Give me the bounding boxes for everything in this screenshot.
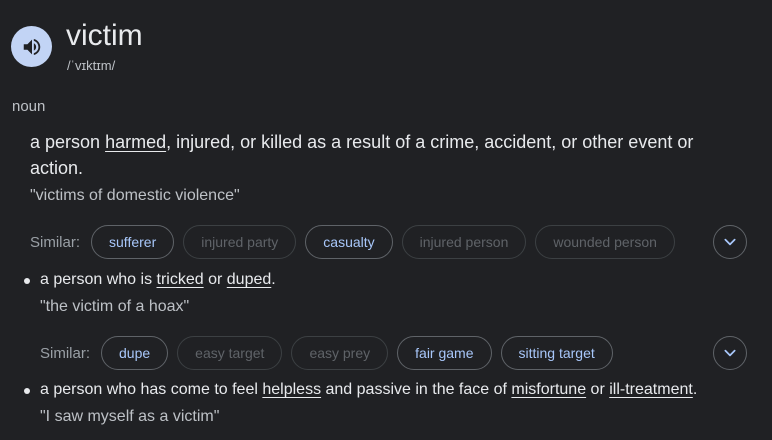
pronunciation-button[interactable]	[11, 26, 52, 67]
chip-easy-prey: easy prey	[291, 336, 389, 370]
link-harmed[interactable]: harmed	[105, 132, 166, 152]
chip-sufferer[interactable]: sufferer	[91, 225, 175, 259]
definition-1: a person harmed, injured, or killed as a…	[30, 132, 694, 178]
link-helpless[interactable]: helpless	[262, 381, 321, 398]
link-ill-treatment[interactable]: ill-treatment	[609, 381, 693, 398]
expand-similar-2-button[interactable]	[713, 336, 747, 370]
link-misfortune[interactable]: misfortune	[511, 381, 586, 398]
example-2: "the victim of a hoax"	[40, 298, 190, 315]
link-duped[interactable]: duped	[227, 271, 272, 288]
definition-3: a person who has come to feel helpless a…	[40, 381, 698, 398]
chip-wounded-person: wounded person	[535, 225, 675, 259]
part-of-speech: noun	[12, 98, 46, 115]
example-1: "victims of domestic violence"	[30, 187, 240, 204]
similar-label: Similar:	[40, 344, 91, 362]
chip-easy-target: easy target	[177, 336, 283, 370]
headword: victim	[66, 19, 143, 52]
link-tricked[interactable]: tricked	[157, 271, 204, 288]
bullet-icon	[24, 388, 30, 394]
definition-2: a person who is tricked or duped.	[40, 271, 276, 288]
bullet-icon	[24, 278, 30, 284]
similar-row-1: Similar: sufferer injured party casualty…	[30, 224, 684, 260]
example-3: "I saw myself as a victim"	[40, 408, 220, 425]
similar-label: Similar:	[30, 233, 81, 251]
phonetic-transcription: /ˈvɪktɪm/	[67, 58, 116, 73]
chip-injured-party: injured party	[183, 225, 297, 259]
chevron-down-icon	[724, 238, 736, 246]
chevron-down-icon	[724, 349, 736, 357]
chip-sitting-target[interactable]: sitting target	[500, 336, 613, 370]
speaker-icon	[23, 38, 40, 55]
chip-injured-person: injured person	[401, 225, 527, 259]
chip-casualty[interactable]: casualty	[305, 225, 393, 259]
chip-dupe[interactable]: dupe	[101, 336, 169, 370]
expand-similar-1-button[interactable]	[713, 225, 747, 259]
similar-row-2: Similar: dupe easy target easy prey fair…	[40, 335, 622, 371]
chip-fair-game[interactable]: fair game	[397, 336, 492, 370]
